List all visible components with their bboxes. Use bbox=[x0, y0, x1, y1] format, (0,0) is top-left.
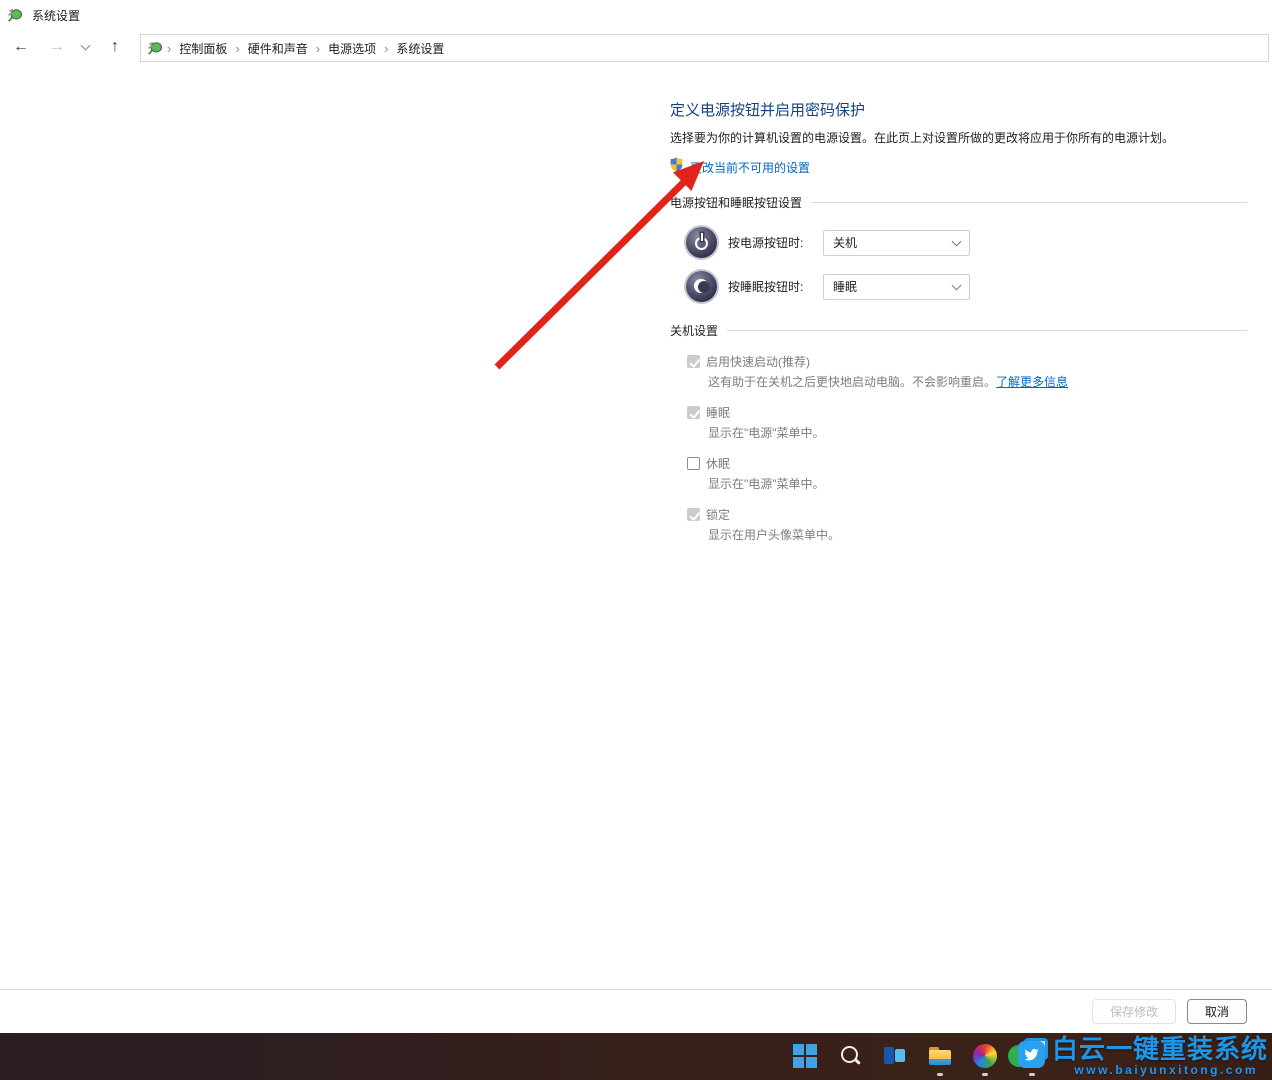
section-divider bbox=[811, 202, 1247, 203]
uac-shield-icon bbox=[670, 157, 683, 177]
page-subtitle: 选择要为你的计算机设置的电源设置。在此页上对设置所做的更改将应用于你所有的电源计… bbox=[670, 130, 1247, 146]
breadcrumb-power-options[interactable]: 电源选项 bbox=[322, 40, 382, 57]
section-title: 关机设置 bbox=[670, 322, 718, 339]
sleep-item: 睡眠 显示在"电源"菜单中。 bbox=[687, 404, 1247, 441]
address-bar[interactable]: › 控制面板 › 硬件和声音 › 电源选项 › 系统设置 bbox=[140, 34, 1269, 62]
sleep-desc: 显示在"电源"菜单中。 bbox=[708, 425, 1247, 441]
start-button-icon[interactable] bbox=[793, 1044, 817, 1068]
chevron-down-icon bbox=[952, 236, 962, 246]
running-indicator bbox=[1029, 1073, 1035, 1076]
system-settings-window: 系统设置 ← → ↑ › 控制面板 › 硬件和声音 › 电源选项 › 系统设置 bbox=[0, 0, 1272, 1080]
shutdown-settings-section-header: 关机设置 bbox=[670, 322, 1247, 339]
lock-item: 锁定 显示在用户头像菜单中。 bbox=[687, 506, 1247, 543]
power-plug-icon bbox=[147, 40, 163, 56]
power-buttons-section-header: 电源按钮和睡眠按钮设置 bbox=[670, 194, 1247, 211]
fast-startup-checkbox[interactable] bbox=[687, 355, 700, 368]
save-changes-button[interactable]: 保存修改 bbox=[1092, 999, 1176, 1024]
main-content: 定义电源按钮并启用密码保护 选择要为你的计算机设置的电源设置。在此页上对设置所做… bbox=[670, 64, 1247, 543]
hibernate-checkbox[interactable] bbox=[687, 457, 700, 470]
sleep-button-icon bbox=[686, 271, 717, 302]
power-plug-icon bbox=[7, 7, 23, 23]
change-unavailable-settings-link[interactable]: 更改当前不可用的设置 bbox=[690, 159, 810, 176]
chevron-down-icon bbox=[952, 280, 962, 290]
title-bar: 系统设置 bbox=[0, 0, 1272, 30]
footer-bar: 保存修改 取消 bbox=[0, 989, 1272, 1033]
history-dropdown-button[interactable] bbox=[76, 34, 94, 60]
back-button[interactable]: ← bbox=[8, 34, 34, 60]
search-icon[interactable] bbox=[838, 1044, 862, 1068]
lock-checkbox[interactable] bbox=[687, 508, 700, 521]
breadcrumb-separator: › bbox=[233, 41, 241, 56]
forward-button[interactable]: → bbox=[44, 34, 70, 60]
section-title: 电源按钮和睡眠按钮设置 bbox=[670, 194, 802, 211]
sleep-button-action-select[interactable]: 睡眠 bbox=[823, 274, 970, 300]
running-indicator bbox=[937, 1073, 943, 1076]
learn-more-link[interactable]: 了解更多信息 bbox=[996, 375, 1068, 389]
power-button-icon bbox=[686, 227, 717, 258]
up-button[interactable]: ↑ bbox=[102, 34, 128, 60]
window-title: 系统设置 bbox=[32, 7, 80, 24]
sleep-button-label: 按睡眠按钮时: bbox=[728, 278, 823, 295]
sleep-checkbox[interactable] bbox=[687, 406, 700, 419]
twitter-icon[interactable] bbox=[1018, 1041, 1045, 1068]
navigation-bar: ← → ↑ › 控制面板 › 硬件和声音 › 电源选项 › 系统设置 bbox=[0, 30, 1272, 65]
file-explorer-icon[interactable] bbox=[928, 1044, 952, 1068]
power-button-action-select[interactable]: 关机 bbox=[823, 230, 970, 256]
section-divider bbox=[727, 330, 1247, 331]
power-button-label: 按电源按钮时: bbox=[728, 234, 823, 251]
breadcrumb-hardware-sound[interactable]: 硬件和声音 bbox=[242, 40, 314, 57]
breadcrumb-separator: › bbox=[314, 41, 322, 56]
fast-startup-desc: 这有助于在关机之后更快地启动电脑。不会影响重启。 bbox=[708, 375, 996, 389]
power-button-setting-row: 按电源按钮时: 关机 bbox=[686, 227, 1247, 258]
sleep-button-setting-row: 按睡眠按钮时: 睡眠 bbox=[686, 271, 1247, 302]
taskbar bbox=[0, 1033, 1272, 1080]
breadcrumb-separator: › bbox=[382, 41, 390, 56]
breadcrumb-system-settings[interactable]: 系统设置 bbox=[390, 40, 450, 57]
cancel-button[interactable]: 取消 bbox=[1187, 999, 1247, 1024]
fast-startup-item: 启用快速启动(推荐) 这有助于在关机之后更快地启动电脑。不会影响重启。了解更多信… bbox=[687, 353, 1247, 390]
lock-desc: 显示在用户头像菜单中。 bbox=[708, 527, 1247, 543]
page-title: 定义电源按钮并启用密码保护 bbox=[670, 101, 1247, 121]
hibernate-desc: 显示在"电源"菜单中。 bbox=[708, 476, 1247, 492]
running-indicator bbox=[982, 1073, 988, 1076]
breadcrumb-separator: › bbox=[165, 41, 173, 56]
breadcrumb-control-panel[interactable]: 控制面板 bbox=[173, 40, 233, 57]
browser-icon[interactable] bbox=[973, 1044, 997, 1068]
task-view-icon[interactable] bbox=[883, 1044, 907, 1068]
chevron-down-icon bbox=[80, 40, 90, 50]
hibernate-item: 休眠 显示在"电源"菜单中。 bbox=[687, 455, 1247, 492]
